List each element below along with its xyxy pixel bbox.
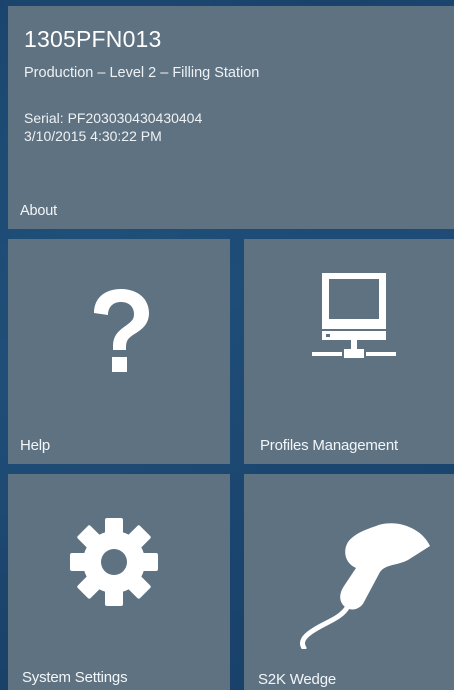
device-serial: Serial: PF203030430430404 xyxy=(24,110,203,126)
profiles-management-label: Profiles Management xyxy=(260,437,398,454)
device-name: 1305PFN013 xyxy=(24,26,162,52)
about-tile[interactable]: 1305PFN013 Production – Level 2 – Fillin… xyxy=(8,6,454,229)
s2k-wedge-label: S2K Wedge xyxy=(258,671,336,688)
device-location: Production – Level 2 – Filling Station xyxy=(24,65,260,81)
barcode-scanner-icon xyxy=(299,523,430,649)
profiles-management-tile[interactable]: Profiles Management xyxy=(244,239,454,464)
monitor-network-icon xyxy=(312,273,396,358)
help-tile[interactable]: Help xyxy=(8,239,230,464)
question-mark-icon xyxy=(94,289,149,372)
system-settings-label: System Settings xyxy=(22,669,128,686)
about-label: About xyxy=(20,203,57,219)
device-datetime: 3/10/2015 4:30:22 PM xyxy=(24,128,162,144)
s2k-wedge-tile[interactable]: S2K Wedge xyxy=(244,474,454,690)
system-settings-tile[interactable]: System Settings xyxy=(8,474,230,690)
help-label: Help xyxy=(20,437,51,454)
gear-icon xyxy=(70,518,158,606)
